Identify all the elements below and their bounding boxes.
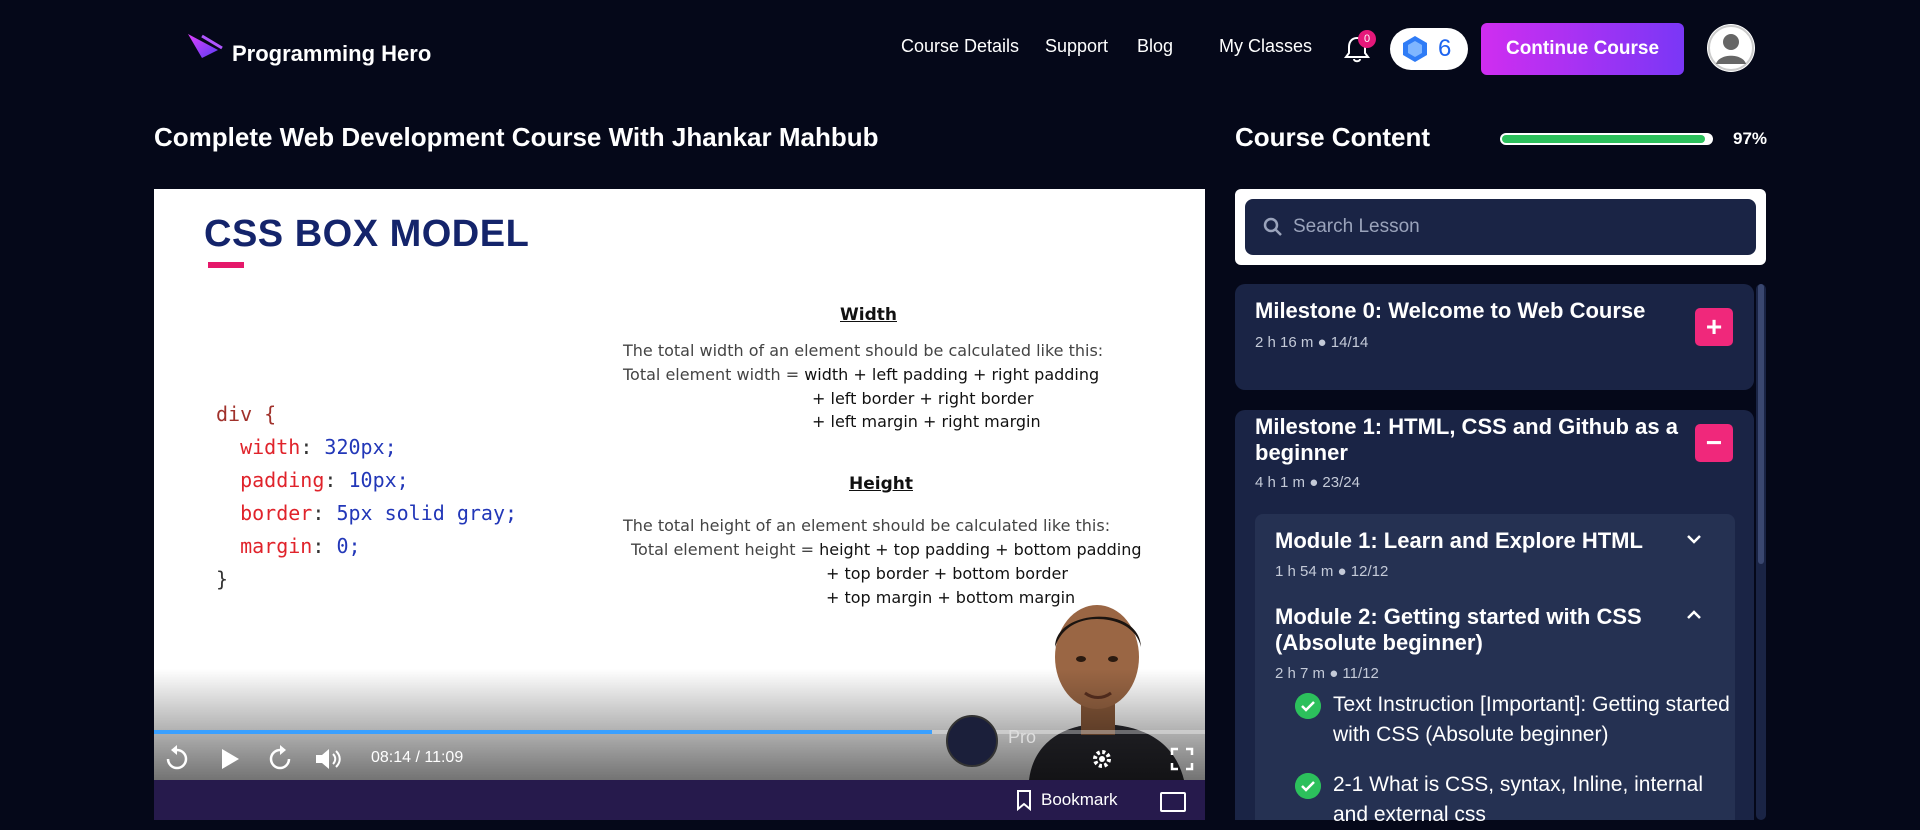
lesson-item[interactable]: Text Instruction [Important]: Getting st… bbox=[1295, 690, 1733, 750]
course-progress-percent: 97% bbox=[1733, 129, 1768, 148]
gem-counter[interactable]: 6 bbox=[1390, 28, 1468, 70]
course-progress-fill bbox=[1502, 135, 1705, 143]
scrollbar-thumb[interactable] bbox=[1758, 284, 1764, 564]
video-progress-fill bbox=[154, 730, 932, 734]
bookmark-label: Bookmark bbox=[1041, 790, 1118, 809]
height-formula-terms: height + top padding + bottom padding bbox=[819, 540, 1142, 559]
slide-title: CSS BOX MODEL bbox=[204, 213, 530, 255]
bookmark-icon bbox=[1017, 790, 1031, 811]
notification-badge: 0 bbox=[1358, 30, 1376, 48]
search-box bbox=[1245, 199, 1756, 255]
width-formula-line2: + left border + right border bbox=[812, 389, 1033, 408]
check-circle-icon bbox=[1295, 773, 1321, 799]
gem-count: 6 bbox=[1438, 35, 1452, 62]
code-prop: border bbox=[240, 501, 313, 525]
fullscreen-icon[interactable] bbox=[1167, 744, 1197, 774]
width-formula-line1: Total element width = width + left paddi… bbox=[623, 365, 1099, 384]
code-close: } bbox=[216, 567, 229, 591]
width-formula-terms: + left margin + right margin bbox=[812, 412, 1041, 431]
code-prop: margin bbox=[240, 534, 313, 558]
code-sample: div { width: 320px; padding: 10px; borde… bbox=[216, 402, 518, 591]
width-formula-line3: + left margin + right margin bbox=[812, 412, 1041, 431]
height-formula-line1: Total element height = height + top padd… bbox=[631, 540, 1142, 559]
height-heading: Height bbox=[849, 474, 913, 494]
code-selector: div { bbox=[216, 402, 277, 426]
nav-support[interactable]: Support bbox=[1045, 36, 1108, 57]
module-title[interactable]: Module 1: Learn and Explore HTML bbox=[1275, 528, 1643, 554]
milestone-meta: 4 h 1 m ● 23/24 bbox=[1255, 474, 1360, 491]
code-val: 0; bbox=[336, 534, 361, 558]
milestone-title: Milestone 1: HTML, CSS and Github as a b… bbox=[1255, 414, 1678, 465]
module-list: Module 1: Learn and Explore HTML 1 h 54 … bbox=[1255, 514, 1735, 826]
lesson-title: Text Instruction [Important]: Getting st… bbox=[1333, 693, 1730, 746]
play-icon[interactable] bbox=[214, 744, 244, 774]
height-formula-terms: + top border + bottom border bbox=[826, 564, 1068, 583]
module-meta: 2 h 7 m ● 11/12 bbox=[1275, 665, 1379, 682]
milestone-title: Milestone 0: Welcome to Web Course bbox=[1255, 298, 1646, 323]
volume-icon[interactable] bbox=[312, 744, 342, 774]
search-icon bbox=[1263, 217, 1282, 236]
bookmark-button[interactable]: Bookmark bbox=[1015, 789, 1118, 811]
rewind-icon[interactable] bbox=[162, 744, 192, 774]
module-meta: 1 h 54 m ● 12/12 bbox=[1275, 563, 1389, 580]
height-formula-line2: + top border + bottom border bbox=[826, 564, 1068, 583]
video-action-bar: Bookmark bbox=[154, 780, 1205, 820]
width-intro: The total width of an element should be … bbox=[623, 341, 1104, 360]
code-val: 10px; bbox=[348, 468, 409, 492]
video-progress-bar[interactable] bbox=[154, 730, 1205, 734]
brand-watermark-icon bbox=[946, 715, 998, 767]
programming-hero-logo-icon bbox=[188, 34, 223, 77]
video-time: 08:14 / 11:09 bbox=[371, 749, 464, 766]
nav-my-classes[interactable]: My Classes bbox=[1219, 36, 1312, 57]
nav-course-details[interactable]: Course Details bbox=[901, 36, 1019, 57]
brand-watermark-text: Pro bbox=[1008, 727, 1037, 747]
code-val: 320px; bbox=[324, 435, 397, 459]
brand-logo[interactable]: Programming Hero bbox=[178, 28, 431, 80]
theater-mode-icon[interactable] bbox=[1160, 792, 1186, 812]
nav-blog[interactable]: Blog bbox=[1137, 36, 1173, 57]
height-formula-label: Total element height = bbox=[631, 540, 820, 559]
course-title: Complete Web Development Course With Jha… bbox=[154, 122, 879, 152]
continue-course-button[interactable]: Continue Course bbox=[1481, 23, 1684, 75]
height-intro: The total height of an element should be… bbox=[623, 516, 1111, 535]
search-container bbox=[1235, 189, 1766, 265]
milestone-meta: 2 h 16 m ● 14/14 bbox=[1255, 334, 1369, 351]
top-navbar: Programming Hero Course Details Support … bbox=[0, 0, 1920, 100]
code-prop: padding bbox=[240, 468, 325, 492]
course-progress-bar bbox=[1500, 133, 1713, 145]
expand-milestone-button[interactable]: + bbox=[1695, 308, 1733, 346]
milestone-card[interactable]: Milestone 0: Welcome to Web Course 2 h 1… bbox=[1235, 284, 1754, 390]
lesson-title: 2-1 What is CSS, syntax, Inline, interna… bbox=[1333, 773, 1703, 826]
check-circle-icon bbox=[1295, 693, 1321, 719]
slide-title-underline bbox=[208, 262, 244, 268]
chevron-up-icon[interactable] bbox=[1685, 606, 1703, 624]
chevron-down-icon[interactable] bbox=[1685, 530, 1703, 548]
gem-icon bbox=[1403, 36, 1427, 62]
user-avatar[interactable] bbox=[1707, 24, 1755, 72]
module-title[interactable]: Module 2: Getting started with CSS (Abso… bbox=[1275, 604, 1675, 656]
user-icon bbox=[1708, 25, 1754, 71]
width-formula-label: Total element width = bbox=[623, 365, 805, 384]
width-formula-terms: width + left padding + right padding bbox=[804, 365, 1100, 384]
collapse-milestone-button[interactable]: − bbox=[1695, 424, 1733, 462]
course-content-title: Course Content bbox=[1235, 122, 1430, 152]
code-val: 5px solid gray; bbox=[336, 501, 518, 525]
search-lesson-input[interactable] bbox=[1293, 216, 1733, 238]
forward-icon[interactable] bbox=[265, 744, 295, 774]
code-prop: width bbox=[240, 435, 301, 459]
width-formula-terms: + left border + right border bbox=[812, 389, 1034, 408]
brand-name: Programming Hero bbox=[232, 41, 432, 66]
video-player[interactable]: CSS BOX MODEL div { width: 320px; paddin… bbox=[154, 189, 1205, 780]
width-heading: Width bbox=[840, 305, 897, 325]
lesson-item[interactable]: 2-1 What is CSS, syntax, Inline, interna… bbox=[1295, 770, 1733, 830]
settings-icon[interactable] bbox=[1087, 744, 1117, 774]
content-scrollbar[interactable] bbox=[1756, 284, 1766, 820]
